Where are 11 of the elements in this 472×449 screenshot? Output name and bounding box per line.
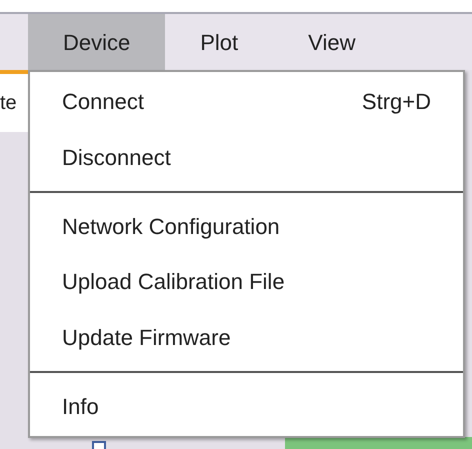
menu-item[interactable]: Info <box>30 378 463 434</box>
shortcut-text: Strg+D <box>362 88 431 116</box>
menu-item[interactable]: Network Configuration <box>30 198 463 254</box>
menu-bar-item[interactable]: Plot <box>165 14 274 70</box>
menu-item[interactable]: Update Firmware <box>30 309 463 365</box>
menu-item[interactable]: Disconnect <box>30 129 463 185</box>
menu-bar-item[interactable]: View <box>273 14 390 70</box>
background-text: te <box>0 91 17 116</box>
menu-item[interactable]: Connect Strg+D <box>30 74 463 130</box>
menu-item[interactable]: Upload Calibration File <box>30 254 463 310</box>
menu-bar-item[interactable]: Device <box>28 14 166 70</box>
